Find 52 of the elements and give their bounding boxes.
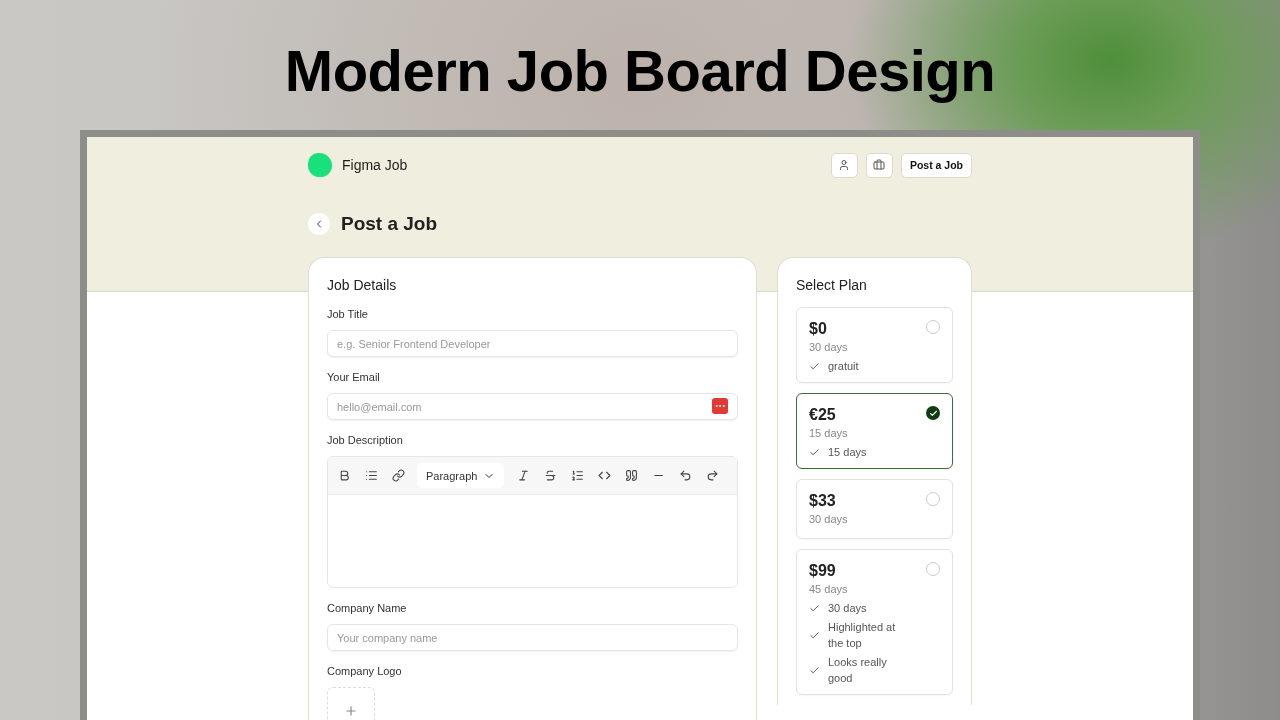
feature-text: 15 days [828, 445, 868, 460]
feature-text: Looks really good [828, 655, 888, 686]
radio-button[interactable] [926, 562, 940, 576]
plan-price: $33 [809, 491, 837, 511]
plan-duration: 45 days [809, 582, 849, 596]
radio-button[interactable] [926, 320, 940, 334]
field-label: Company Name [327, 601, 408, 615]
password-manager-icon[interactable] [712, 398, 728, 414]
check-icon [809, 360, 820, 372]
check-icon [809, 664, 820, 676]
plan-option[interactable]: $99 45 days 30 days Highlighted at the top Looks really good [796, 549, 953, 695]
plan-option[interactable]: $33 30 days [796, 479, 953, 539]
check-icon [809, 446, 820, 458]
radio-button[interactable] [926, 492, 940, 506]
field-label: Your Email [327, 370, 381, 384]
plan-price: €25 [809, 405, 837, 425]
plan-option[interactable]: €25 15 days 15 days [796, 393, 953, 469]
paragraph-dropdown[interactable]: Paragraph [417, 463, 505, 488]
input-field[interactable]: hello@email.com [327, 393, 738, 420]
plan-duration: 30 days [809, 512, 849, 526]
card-title: Select Plan [796, 277, 868, 293]
brand-name: Figma Job [342, 157, 408, 173]
briefcase-icon [873, 159, 886, 171]
plan-price: $0 [809, 319, 828, 339]
input-field[interactable]: e.g. Senior Frontend Developer [327, 330, 738, 357]
post-job-button[interactable]: Post a Job [900, 152, 972, 178]
card-title: Job Details [327, 277, 398, 293]
plan-option[interactable]: $0 30 days gratuit [796, 307, 953, 383]
plan-duration: 15 days [809, 426, 849, 440]
link-icon[interactable] [390, 467, 406, 484]
back-button[interactable] [308, 213, 330, 235]
feature-text: gratuit [828, 359, 860, 374]
check-icon [809, 629, 820, 641]
radio-button[interactable] [926, 406, 940, 420]
check-icon [928, 408, 938, 418]
user-icon [838, 159, 851, 171]
feature-text: 30 days [828, 601, 868, 616]
plus-icon [344, 704, 358, 718]
check-icon [809, 602, 820, 614]
user-button[interactable] [830, 152, 858, 178]
field-label: Job Title [327, 307, 369, 321]
page-title: Post a Job [341, 213, 438, 235]
logo-icon [308, 153, 332, 177]
plan-duration: 30 days [809, 340, 849, 354]
quote-icon[interactable] [623, 467, 640, 484]
plan-price: $99 [809, 561, 837, 581]
headline: Modern Job Board Design [284, 37, 996, 105]
briefcase-button[interactable] [865, 152, 893, 178]
field-label: Company Logo [327, 664, 403, 678]
field-label: Job Description [327, 433, 404, 447]
feature-text: Highlighted at the top [828, 620, 897, 651]
input-field[interactable]: Your company name [327, 624, 738, 651]
